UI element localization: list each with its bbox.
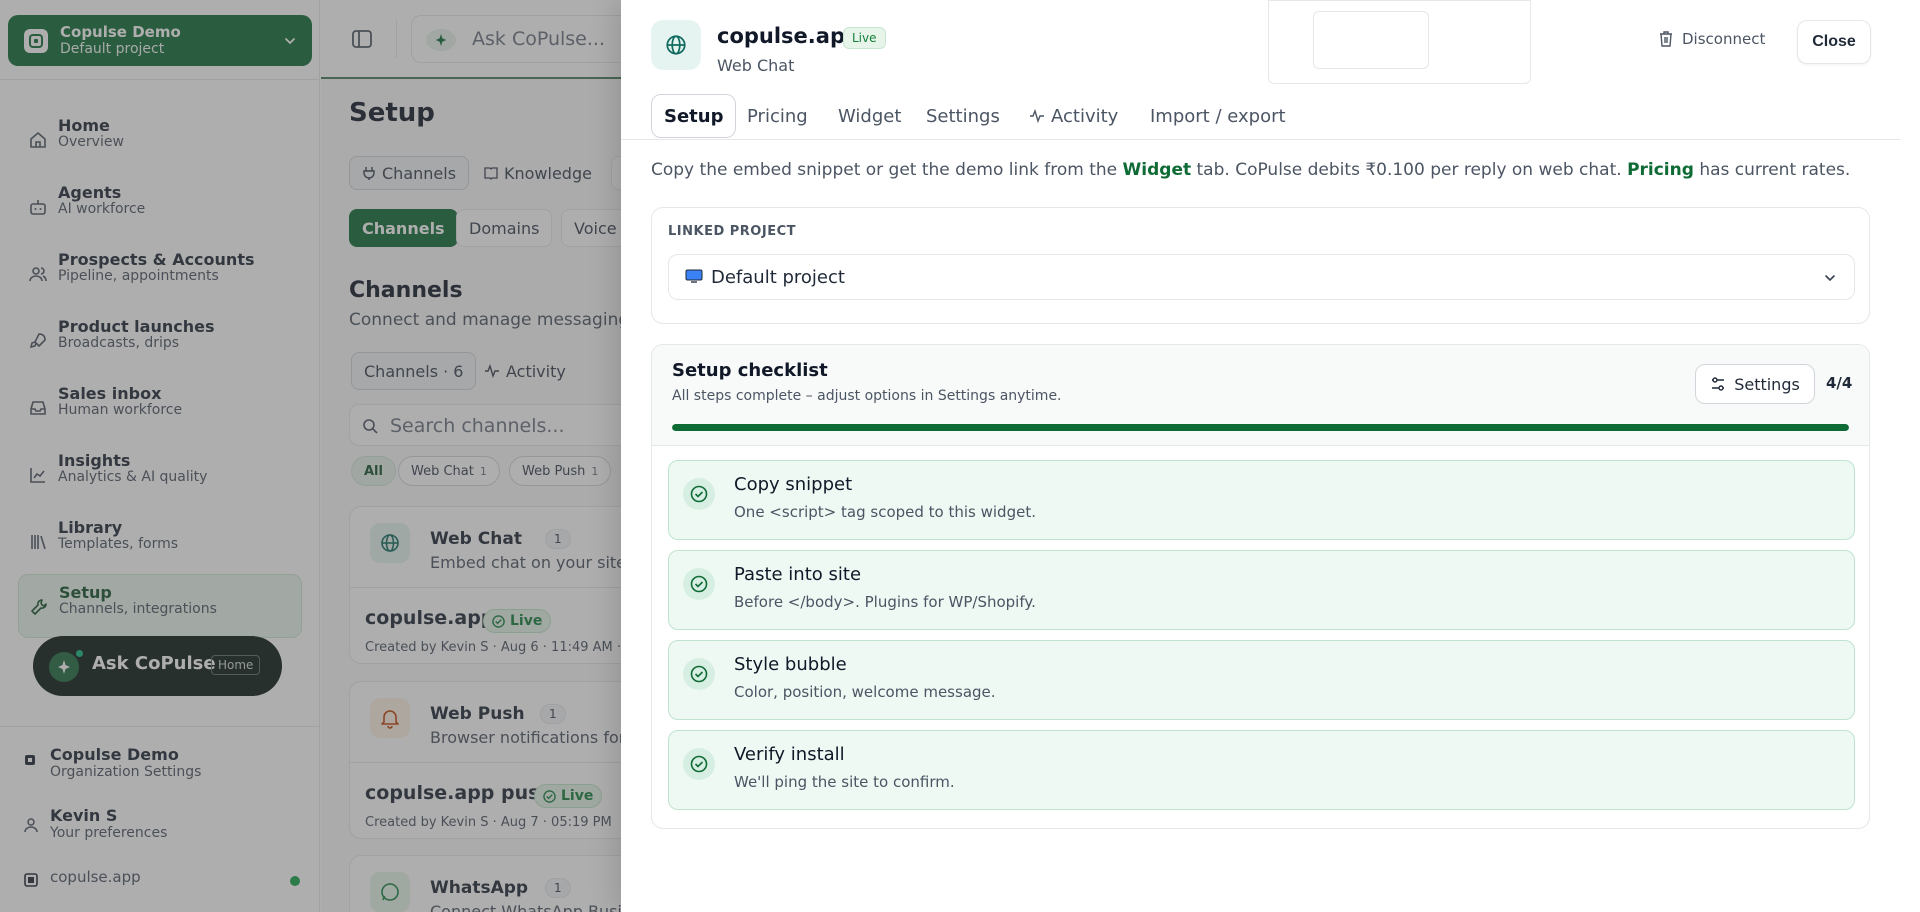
channel-type: Web Chat: [717, 56, 795, 75]
checklist-step[interactable]: Copy snippet One <script> tag scoped to …: [668, 460, 1855, 540]
close-button[interactable]: Close: [1797, 20, 1871, 64]
progress-fill: [672, 424, 1849, 431]
checklist-header: Setup checklist All steps complete – adj…: [652, 345, 1869, 446]
step-title: Style bubble: [734, 654, 847, 675]
checklist-step[interactable]: Style bubble Color, position, welcome me…: [668, 640, 1855, 720]
step-desc: We'll ping the site to confirm.: [734, 773, 955, 791]
checklist-count: 4/4: [1826, 374, 1853, 392]
globe-icon: [651, 20, 701, 70]
channel-detail-drawer: copulse.app Live Web Chat Disconnect Clo…: [621, 0, 1900, 912]
check-circle-icon: [683, 568, 715, 600]
step-desc: One <script> tag scoped to this widget.: [734, 503, 1036, 521]
step-desc: Color, position, welcome message.: [734, 683, 996, 701]
preview-thumbnail: [1313, 11, 1429, 69]
intro-text: Copy the embed snippet or get the demo l…: [651, 160, 1851, 180]
tab-label: Activity: [1051, 105, 1119, 127]
checklist-progress-bar: [672, 424, 1849, 431]
trash-icon: [1660, 31, 1672, 47]
disconnect-label: Disconnect: [1682, 30, 1766, 48]
check-circle-icon: [683, 658, 715, 690]
widget-link[interactable]: Widget: [1123, 160, 1192, 180]
scrollbar[interactable]: [1900, 0, 1920, 912]
activity-icon: [1030, 109, 1044, 123]
setup-checklist: Setup checklist All steps complete – adj…: [651, 344, 1870, 829]
settings-label: Settings: [1734, 374, 1800, 394]
checklist-step[interactable]: Paste into site Before </body>. Plugins …: [668, 550, 1855, 630]
drawer-title: copulse.app: [717, 24, 861, 48]
checklist-step[interactable]: Verify install We'll ping the site to co…: [668, 730, 1855, 810]
linked-project-value: Default project: [711, 266, 845, 288]
sliders-icon: [1712, 377, 1725, 391]
check-circle-icon: [683, 748, 715, 780]
tab-pricing[interactable]: Pricing: [735, 94, 820, 138]
checklist-subtitle: All steps complete – adjust options in S…: [672, 388, 1062, 404]
check-circle-icon: [683, 478, 715, 510]
checklist-title: Setup checklist: [672, 360, 828, 381]
monitor-icon: [685, 269, 703, 283]
tab-widget[interactable]: Widget: [826, 94, 913, 138]
tab-settings[interactable]: Settings: [914, 94, 1012, 138]
checklist-settings-button[interactable]: Settings: [1695, 364, 1815, 404]
step-desc: Before </body>. Plugins for WP/Shopify.: [734, 593, 1036, 611]
status-badge: Live: [843, 27, 886, 49]
step-title: Verify install: [734, 744, 845, 765]
chevron-down-icon: [1825, 275, 1835, 282]
linked-project-select[interactable]: Default project: [668, 254, 1855, 300]
preview-frame: [1268, 0, 1531, 84]
linked-project-card: LINKED PROJECT Default project: [651, 207, 1870, 324]
pricing-link[interactable]: Pricing: [1627, 160, 1694, 180]
tab-activity[interactable]: Activity: [1017, 94, 1130, 138]
step-title: Copy snippet: [734, 474, 853, 495]
tab-import-export[interactable]: Import / export: [1138, 94, 1298, 138]
tabs-divider: [621, 139, 1900, 140]
linked-project-label: LINKED PROJECT: [668, 224, 796, 239]
disconnect-button[interactable]: Disconnect: [1658, 30, 1765, 48]
tab-setup[interactable]: Setup: [651, 94, 737, 138]
step-title: Paste into site: [734, 564, 862, 585]
